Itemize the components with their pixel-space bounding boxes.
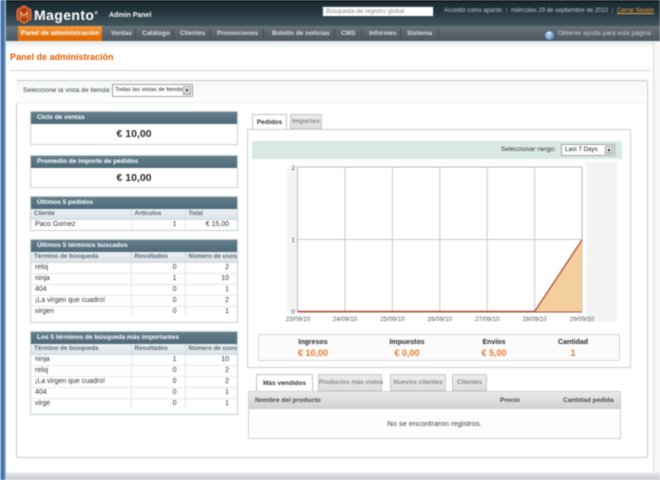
- svg-text:29/09/10: 29/09/10: [570, 316, 595, 323]
- svg-text:28/09/10: 28/09/10: [522, 316, 547, 323]
- svg-text:1: 1: [291, 237, 295, 244]
- svg-text:25/09/10: 25/09/10: [380, 316, 405, 323]
- svg-text:24/09/10: 24/09/10: [333, 316, 358, 323]
- svg-text:23/09/10: 23/09/10: [286, 316, 311, 323]
- svg-text:27/09/10: 27/09/10: [475, 316, 500, 323]
- svg-text:0: 0: [291, 309, 295, 316]
- svg-text:26/09/10: 26/09/10: [428, 316, 453, 323]
- svg-text:2: 2: [291, 165, 295, 172]
